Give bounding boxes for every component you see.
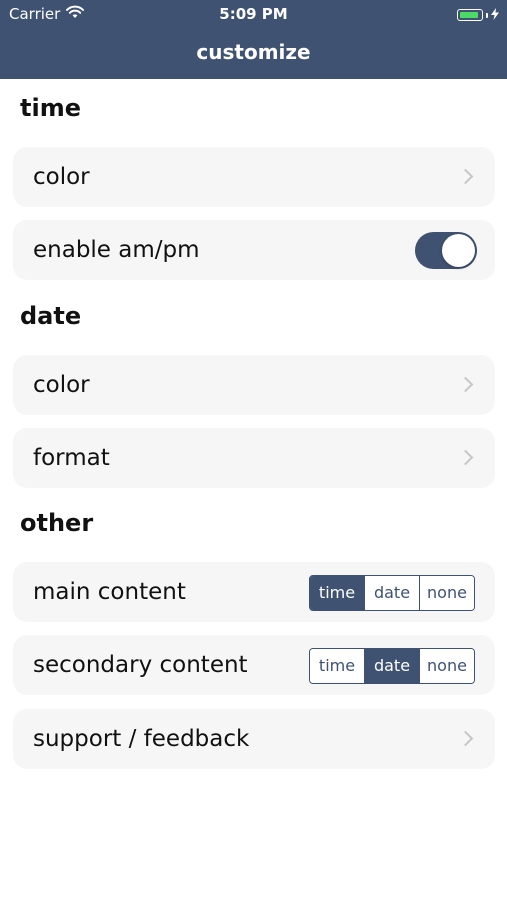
chevron-right-icon: [457, 730, 474, 747]
main-content-segmented-control: time date none: [309, 575, 475, 611]
secondary-content-option-none[interactable]: none: [420, 649, 474, 683]
ampm-toggle[interactable]: [415, 232, 477, 269]
chevron-right-icon: [457, 168, 474, 185]
support-feedback-label: support / feedback: [33, 726, 250, 752]
secondary-content-segmented-control: time date none: [309, 648, 475, 684]
status-bar: Carrier 5:09 PM: [0, 0, 507, 28]
main-content-option-none[interactable]: none: [420, 576, 474, 610]
navigation-header: Carrier 5:09 PM customize: [0, 0, 507, 79]
status-time: 5:09 PM: [219, 5, 288, 23]
date-format-row[interactable]: format: [13, 428, 495, 488]
secondary-content-label: secondary content: [33, 652, 248, 678]
secondary-content-option-date[interactable]: date: [365, 649, 420, 683]
time-color-row[interactable]: color: [13, 147, 495, 207]
enable-ampm-label: enable am/pm: [33, 237, 200, 263]
battery-indicator: [457, 6, 499, 24]
chevron-right-icon: [457, 449, 474, 466]
battery-tip: [486, 12, 488, 18]
battery-level: [459, 11, 478, 18]
time-color-label: color: [33, 164, 90, 190]
page-title: customize: [196, 40, 311, 64]
support-feedback-row[interactable]: support / feedback: [13, 709, 495, 769]
section-title-time: time: [20, 94, 81, 122]
secondary-content-row: secondary content time date none: [13, 635, 495, 695]
bolt-icon: [491, 6, 499, 24]
date-format-label: format: [33, 445, 110, 471]
section-title-other: other: [20, 509, 94, 537]
main-content-option-date[interactable]: date: [365, 576, 420, 610]
main-content-label: main content: [33, 579, 186, 605]
date-color-row[interactable]: color: [13, 355, 495, 415]
battery-icon: [457, 9, 483, 21]
enable-ampm-row: enable am/pm: [13, 220, 495, 280]
chevron-right-icon: [457, 376, 474, 393]
secondary-content-option-time[interactable]: time: [310, 649, 365, 683]
toggle-knob: [442, 234, 475, 267]
section-title-date: date: [20, 302, 82, 330]
main-content-option-time[interactable]: time: [310, 576, 365, 610]
main-content-row: main content time date none: [13, 562, 495, 622]
date-color-label: color: [33, 372, 90, 398]
